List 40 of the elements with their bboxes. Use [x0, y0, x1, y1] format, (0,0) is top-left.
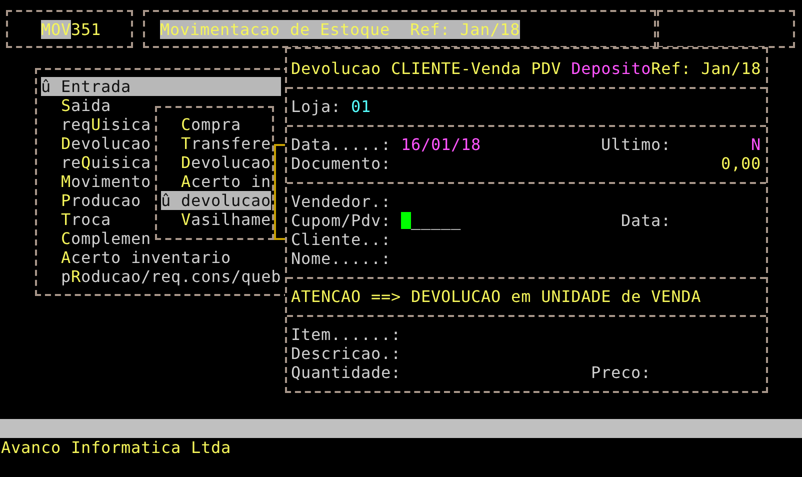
warning-message: ATENCAO ==> DEVOLUCAO em UNIDADE de VENDA: [291, 286, 702, 306]
menu-item[interactable]: Transfere: [161, 134, 272, 153]
menu-item[interactable]: Acerto inventario: [41, 248, 232, 267]
field-label: Loja:: [291, 96, 342, 116]
field-label: Descricao.:: [291, 344, 402, 362]
program-code: MOV351: [41, 20, 102, 39]
field-label: Quantidade:: [291, 362, 402, 382]
field-label: Cupom/Pdv:: [291, 210, 392, 230]
field-label: Vendedor.:: [291, 192, 392, 210]
field-label: Data.....:: [291, 134, 392, 154]
field-value: 0,00: [720, 154, 761, 172]
input-field[interactable]: _____: [401, 210, 462, 230]
screen-title: Movimentacao de Estoque Ref: Jan/18: [160, 20, 520, 39]
field-label: Item......:: [291, 324, 402, 344]
menu-item[interactable]: Acerto in: [161, 172, 272, 191]
menu-item[interactable]: reqUisica: [41, 115, 152, 134]
menu-item[interactable]: û devolucao: [161, 191, 271, 210]
menu-item[interactable]: Troca: [41, 210, 112, 229]
menu-item[interactable]: Devolucao: [41, 134, 152, 153]
menu-item[interactable]: û Entrada: [41, 77, 281, 96]
menu-item[interactable]: Saida: [41, 96, 112, 115]
field-value: 16/01/18: [401, 134, 482, 154]
company-name: Avanco Informatica Ltda: [1, 438, 232, 457]
menu-item[interactable]: Vasilhame: [161, 210, 272, 229]
menu-item[interactable]: Movimento: [41, 172, 152, 191]
menu-item[interactable]: reQuisica: [41, 153, 152, 172]
field-label: Preco:: [591, 362, 652, 382]
menu-item[interactable]: Devolucao: [161, 153, 272, 172]
field-label: Documento:: [291, 154, 392, 172]
field-label: Nome.....:: [291, 248, 392, 268]
menu-item[interactable]: P roducao: [41, 191, 142, 210]
field-label: Ultimo:: [601, 134, 672, 154]
field-label: Data:: [621, 210, 672, 230]
field-label: Cliente..:: [291, 230, 392, 248]
field-value: N: [750, 134, 761, 154]
menu-item[interactable]: Complemen: [41, 229, 152, 248]
menu-item[interactable]: Compra: [161, 115, 242, 134]
dialog-title: Devolucao CLIENTE-Venda PDV DepositoRef: Jan/18: [291, 58, 762, 78]
field-value: 01: [351, 96, 372, 116]
menu-item[interactable]: pRoducao/req.cons/queb: [41, 267, 282, 286]
